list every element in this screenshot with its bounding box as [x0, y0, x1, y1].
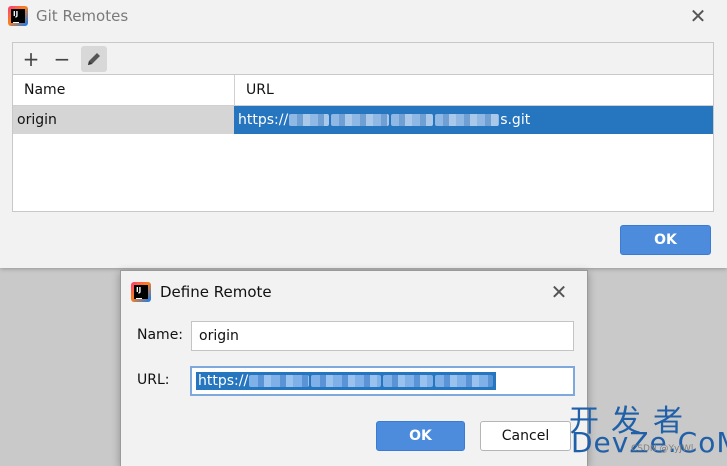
remotes-toolbar: + −	[13, 43, 713, 75]
minus-icon: −	[53, 47, 71, 71]
column-header-name[interactable]: Name	[13, 75, 234, 106]
dialog-cancel-button[interactable]: Cancel	[480, 421, 571, 451]
window-title: Git Remotes	[36, 7, 129, 25]
url-label: URL:	[137, 372, 170, 388]
remote-url-cell: https:// s.git	[234, 106, 713, 134]
url-field-prefix: https://	[198, 373, 249, 389]
git-remotes-window: IJ Git Remotes ✕ + − Name URL origin htt…	[0, 0, 727, 268]
redacted-url-blur	[391, 114, 434, 126]
redacted-url-blur	[289, 114, 330, 126]
redacted-url-blur	[435, 114, 500, 126]
table-header: Name URL	[13, 75, 713, 106]
redacted-url-blur	[249, 375, 310, 387]
redacted-url-blur	[383, 375, 434, 387]
dialog-ok-button[interactable]: OK	[376, 421, 465, 451]
git-remotes-titlebar: IJ Git Remotes ✕	[0, 0, 727, 32]
url-field-selected-text: https://	[196, 372, 497, 390]
app-icon-text: IJ	[136, 286, 142, 299]
remotes-panel: + − Name URL origin https:// s.git	[12, 42, 714, 212]
add-remote-button[interactable]: +	[18, 46, 44, 72]
url-field[interactable]: https://	[190, 366, 575, 396]
column-header-url[interactable]: URL	[234, 75, 713, 106]
dialog-title: Define Remote	[160, 283, 272, 301]
ok-button[interactable]: OK	[620, 225, 711, 255]
watermark: 开发者 DevZe.CoM CSDN @YyJWl	[569, 396, 727, 466]
url-prefix: https://	[238, 112, 289, 128]
pencil-icon	[88, 53, 100, 65]
watermark-small-text: CSDN @YyJWl	[631, 444, 694, 454]
remote-name-cell: origin	[13, 106, 234, 134]
intellij-app-icon: IJ	[8, 6, 28, 26]
close-icon[interactable]: ✕	[688, 6, 708, 26]
remove-remote-button[interactable]: −	[49, 46, 75, 72]
table-row[interactable]: origin https:// s.git	[13, 106, 713, 134]
name-field[interactable]: origin	[191, 321, 574, 351]
redacted-url-blur	[435, 375, 494, 387]
redacted-url-blur	[331, 114, 390, 126]
redacted-url-blur	[311, 375, 382, 387]
watermark-bottom-text: DevZe.CoM	[571, 426, 727, 459]
plus-icon: +	[22, 47, 40, 71]
url-suffix: s.git	[500, 112, 531, 128]
name-label: Name:	[137, 327, 184, 343]
intellij-app-icon: IJ	[131, 282, 151, 302]
close-icon[interactable]: ✕	[549, 282, 569, 302]
edit-remote-button[interactable]	[81, 46, 107, 72]
define-remote-dialog: IJ Define Remote ✕ Name: origin URL: htt…	[120, 270, 588, 466]
app-icon-text: IJ	[13, 10, 19, 23]
